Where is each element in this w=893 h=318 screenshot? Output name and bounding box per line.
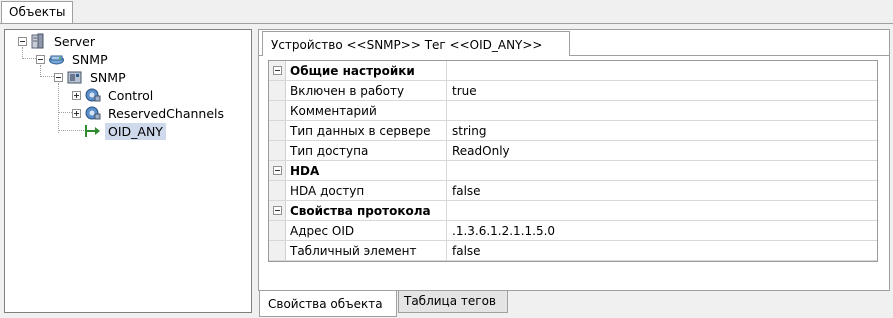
category-value — [447, 61, 877, 80]
property-value[interactable]: false — [447, 241, 877, 260]
property-name: HDA доступ — [286, 181, 447, 200]
tree-connector — [40, 76, 54, 77]
channel-group-icon — [85, 106, 101, 120]
property-value[interactable]: string — [447, 121, 877, 140]
tree-connector — [58, 83, 59, 133]
property-value[interactable]: .1.3.6.1.2.1.1.5.0 — [447, 221, 877, 240]
tree-node-control[interactable]: Control — [72, 86, 156, 104]
grid-gutter — [269, 81, 286, 100]
tag-arrow-icon — [85, 125, 100, 137]
tree-node-label: OID_ANY — [105, 122, 166, 140]
expand-toggle-icon[interactable] — [72, 108, 81, 118]
expand-toggle-icon[interactable] — [72, 90, 81, 100]
property-row[interactable]: Тип данных в сервере string — [269, 121, 877, 141]
property-name: Табличный элемент — [286, 241, 447, 260]
property-value[interactable]: ReadOnly — [447, 141, 877, 160]
tree-node-label: ReservedChannels — [108, 105, 225, 121]
property-category[interactable]: Свойства протокола — [269, 201, 877, 221]
tab-objects[interactable]: Объекты — [1, 1, 73, 23]
tree-node-label: Server — [54, 33, 95, 49]
tree-node-server[interactable]: Server — [18, 32, 98, 50]
grid-gutter — [269, 161, 286, 180]
property-value[interactable]: true — [447, 81, 877, 100]
category-value — [447, 201, 877, 220]
property-row[interactable]: HDA доступ false — [269, 181, 877, 201]
property-value[interactable]: false — [447, 181, 877, 200]
collapse-toggle-icon[interactable] — [54, 72, 63, 82]
snmp-device-icon — [67, 71, 82, 84]
property-name: Комментарий — [286, 101, 447, 120]
property-name: Тип доступа — [286, 141, 447, 160]
tree-node-oid-any[interactable]: OID_ANY — [84, 122, 166, 140]
category-title: HDA — [286, 161, 447, 180]
grid-gutter — [269, 221, 286, 240]
grid-gutter — [269, 61, 286, 80]
tree-node-snmp-channel[interactable]: SNMP — [36, 50, 111, 68]
category-value — [447, 161, 877, 180]
object-tree[interactable]: Server SNMP SNMP Control ReservedChannel… — [4, 29, 252, 313]
category-title: Свойства протокола — [286, 201, 447, 220]
collapse-toggle-icon[interactable] — [18, 36, 27, 46]
property-name: Тип данных в сервере — [286, 121, 447, 140]
tree-connector — [58, 112, 72, 113]
tree-node-label: Control — [108, 87, 154, 103]
network-device-icon — [49, 55, 64, 65]
property-row[interactable]: Комментарий — [269, 101, 877, 121]
grid-gutter — [269, 141, 286, 160]
channel-group-icon — [85, 88, 101, 102]
tab-device-tag[interactable]: Устройство <<SNMP>> Тег <<OID_ANY>> — [262, 31, 570, 56]
grid-gutter — [269, 121, 286, 140]
tree-node-label: SNMP — [90, 69, 126, 85]
property-row[interactable]: Включен в работу true — [269, 81, 877, 101]
property-grid[interactable]: Общие настройки Включен в работу true Ко… — [268, 60, 878, 262]
server-icon — [31, 33, 44, 49]
collapse-toggle-icon[interactable] — [272, 66, 282, 75]
property-value[interactable] — [447, 101, 877, 120]
tree-connector — [22, 58, 36, 59]
tab-object-properties[interactable]: Свойства объекта — [259, 291, 397, 317]
tree-node-snmp-device[interactable]: SNMP — [54, 68, 129, 86]
tree-node-label: SNMP — [72, 51, 108, 67]
property-row[interactable]: Тип доступа ReadOnly — [269, 141, 877, 161]
tree-node-reserved-channels[interactable]: ReservedChannels — [72, 104, 227, 122]
property-row[interactable]: Адрес OID .1.3.6.1.2.1.1.5.0 — [269, 221, 877, 241]
collapse-toggle-icon[interactable] — [272, 166, 282, 175]
property-row[interactable]: Табличный элемент false — [269, 241, 877, 261]
property-name: Адрес OID — [286, 221, 447, 240]
collapse-toggle-icon[interactable] — [272, 206, 282, 215]
property-category[interactable]: HDA — [269, 161, 877, 181]
grid-gutter — [269, 181, 286, 200]
grid-gutter — [269, 101, 286, 120]
category-title: Общие настройки — [286, 61, 447, 80]
property-name: Включен в работу — [286, 81, 447, 100]
collapse-toggle-icon[interactable] — [36, 54, 45, 64]
grid-gutter — [269, 201, 286, 220]
property-category[interactable]: Общие настройки — [269, 61, 877, 81]
tab-tag-table[interactable]: Таблица тегов — [398, 291, 508, 313]
top-tab-strip: Объекты — [0, 0, 893, 24]
grid-gutter — [269, 241, 286, 260]
main-area: Server SNMP SNMP Control ReservedChannel… — [0, 24, 893, 318]
